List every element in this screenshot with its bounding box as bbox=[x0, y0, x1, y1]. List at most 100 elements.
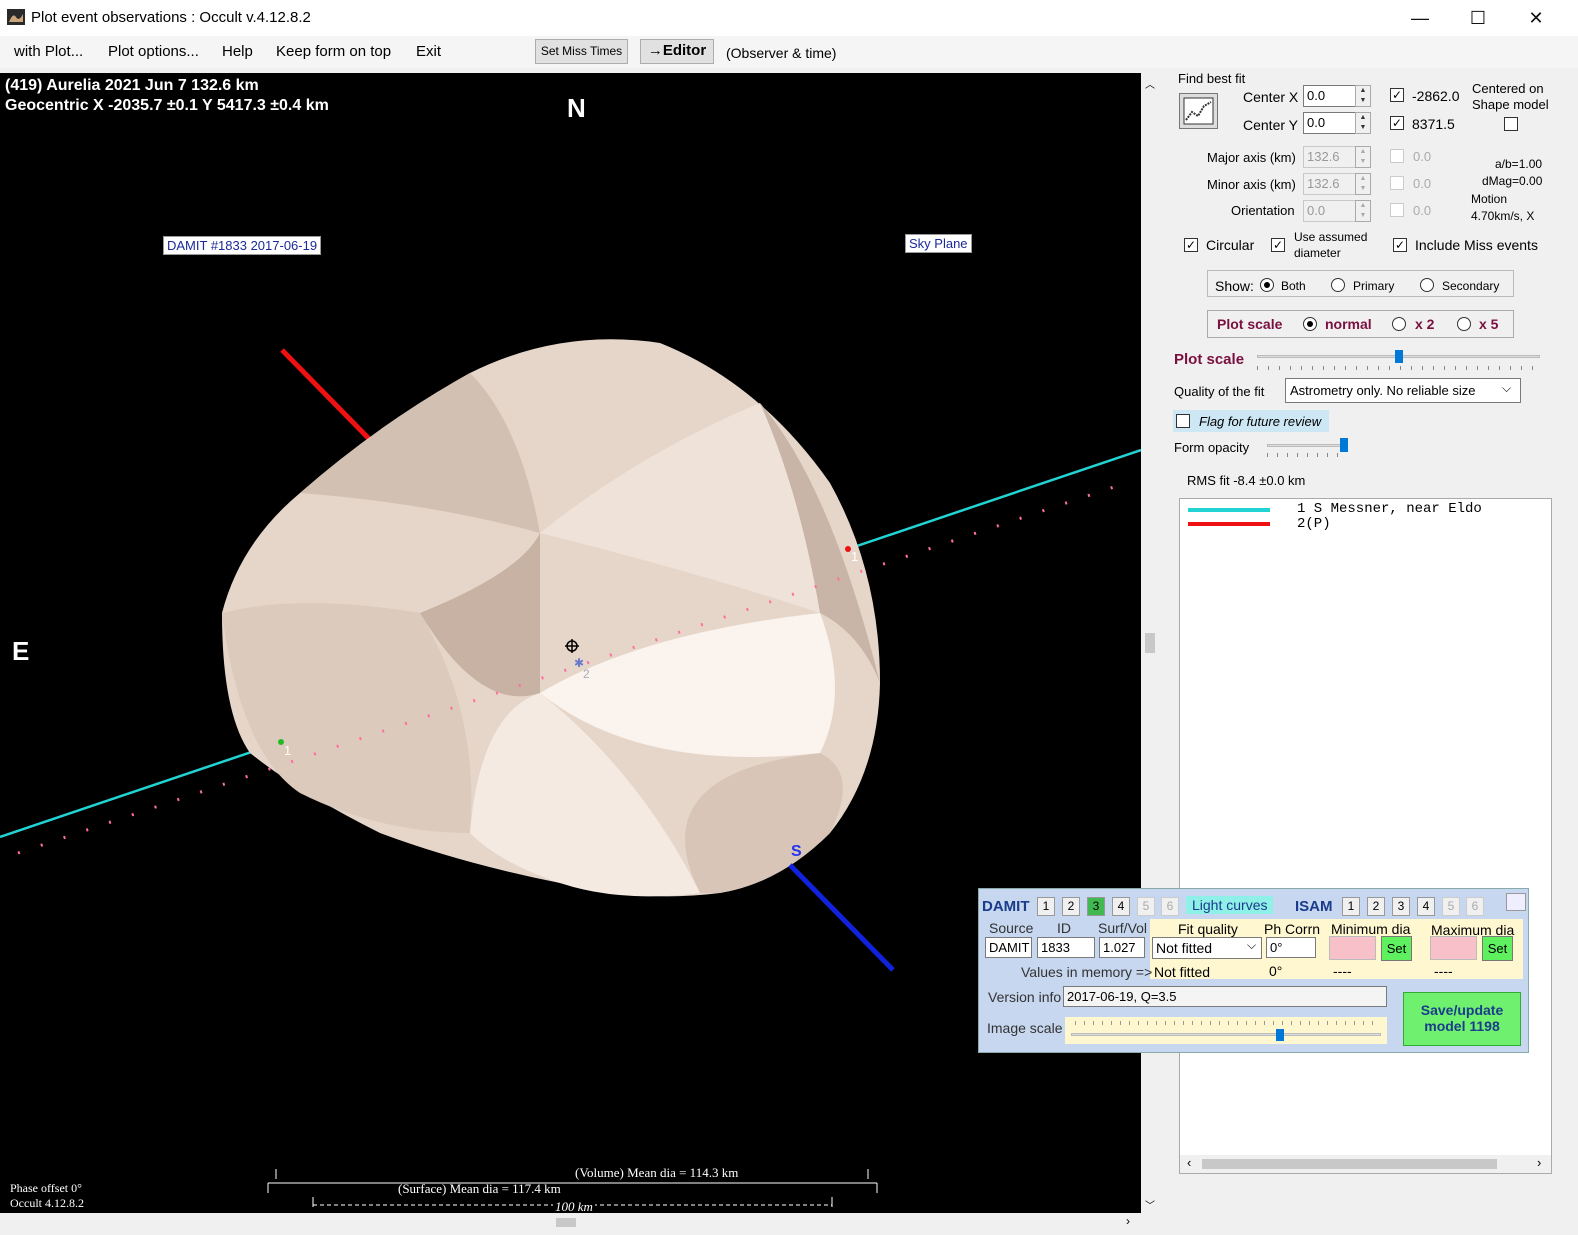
set-max-dia-button[interactable]: Set bbox=[1482, 936, 1513, 961]
plot-scale-thumb[interactable] bbox=[1395, 350, 1403, 363]
scale-100km: 100 km bbox=[553, 1199, 595, 1213]
observer-time-button[interactable]: (Observer & time) bbox=[726, 45, 836, 61]
center-x-input[interactable]: 0.0 bbox=[1303, 85, 1356, 107]
damit-tab-5[interactable]: 5 bbox=[1137, 897, 1155, 916]
title-bar: Plot event observations : Occult v.4.12.… bbox=[0, 0, 1578, 36]
flag-review-checkbox[interactable] bbox=[1176, 414, 1190, 428]
hscroll-thumb[interactable] bbox=[556, 1218, 576, 1227]
major-axis-spinner[interactable]: ▲ ▼ bbox=[1355, 146, 1371, 168]
minimize-button[interactable]: — bbox=[1397, 3, 1443, 33]
damit-tab-1[interactable]: 1 bbox=[1037, 897, 1055, 916]
vscroll-thumb[interactable] bbox=[1145, 633, 1155, 653]
plot-canvas[interactable]: ✱ (419) Aurelia 2021 Jun 7 132.6 km Geoc… bbox=[0, 73, 1141, 1213]
close-button[interactable]: ✕ bbox=[1513, 3, 1559, 33]
find-best-fit-label: Find best fit bbox=[1178, 71, 1246, 86]
scroll-up-icon[interactable]: ︿ bbox=[1145, 76, 1155, 91]
set-miss-times-button[interactable]: Set Miss Times bbox=[535, 39, 628, 64]
fit-center-x-checkbox[interactable]: ✓ bbox=[1390, 88, 1404, 102]
isam-tab-3[interactable]: 3 bbox=[1392, 897, 1410, 916]
max-dia-field[interactable] bbox=[1430, 936, 1477, 960]
plot-scale-slider[interactable] bbox=[1257, 350, 1540, 373]
chord-label-center: 2 bbox=[583, 667, 590, 681]
circular-checkbox[interactable]: ✓ bbox=[1184, 238, 1198, 252]
editor-button[interactable]: →Editor bbox=[640, 39, 714, 64]
chevron-down-icon: ⌵ bbox=[1502, 381, 1512, 395]
find-best-fit-button[interactable] bbox=[1179, 93, 1218, 129]
damit-tab-2[interactable]: 2 bbox=[1062, 897, 1080, 916]
legend-hscroll[interactable]: ‹ › bbox=[1180, 1155, 1551, 1173]
isam-tab-1[interactable]: 1 bbox=[1342, 897, 1360, 916]
center-y-input[interactable]: 0.0 bbox=[1303, 112, 1356, 134]
menu-with-plot[interactable]: with Plot... bbox=[14, 43, 83, 60]
menu-help[interactable]: Help bbox=[222, 43, 253, 60]
surfvol-field[interactable]: 1.027 bbox=[1099, 937, 1145, 958]
fit-quality-select[interactable]: Not fitted ⌵ bbox=[1152, 937, 1262, 959]
fit-major-checkbox[interactable] bbox=[1390, 149, 1404, 163]
source-field[interactable]: DAMIT bbox=[985, 937, 1032, 958]
isam-tab-2[interactable]: 2 bbox=[1367, 897, 1385, 916]
fit-minor-checkbox[interactable] bbox=[1390, 176, 1404, 190]
observer-legend[interactable]: 1 S Messner, near Eldo 2(P) ‹ › bbox=[1179, 498, 1552, 1174]
scale-x5-radio[interactable] bbox=[1457, 317, 1471, 331]
minor-axis-input[interactable]: 132.6 bbox=[1303, 173, 1356, 195]
orientation-spinner[interactable]: ▲ ▼ bbox=[1355, 200, 1371, 222]
min-dia-field[interactable] bbox=[1329, 936, 1376, 960]
min-dia-label: Minimum dia bbox=[1331, 921, 1411, 937]
center-x-fit-value: -2862.0 bbox=[1412, 88, 1460, 104]
legend-scroll-right-icon[interactable]: › bbox=[1537, 1155, 1541, 1170]
include-miss-checkbox[interactable]: ✓ bbox=[1393, 238, 1407, 252]
show-primary-radio[interactable] bbox=[1331, 278, 1345, 292]
orientation-input[interactable]: 0.0 bbox=[1303, 200, 1356, 222]
plot-horizontal-scrollbar[interactable]: › bbox=[0, 1213, 1141, 1231]
damit-close-box[interactable] bbox=[1506, 893, 1526, 911]
major-axis-label: Major axis (km) bbox=[1207, 150, 1296, 165]
isam-tab-5[interactable]: 5 bbox=[1442, 897, 1460, 916]
ph-corr-field[interactable]: 0° bbox=[1266, 937, 1316, 958]
light-curves-button[interactable]: Light curves bbox=[1186, 896, 1274, 914]
menu-keep-on-top[interactable]: Keep form on top bbox=[276, 43, 391, 60]
center-x-spinner[interactable]: ▲ ▼ bbox=[1355, 85, 1371, 107]
save-update-label: Save/update bbox=[1420, 1002, 1504, 1018]
use-assumed-checkbox[interactable]: ✓ bbox=[1271, 238, 1285, 252]
scroll-right-icon[interactable]: › bbox=[1126, 1214, 1130, 1228]
image-scale-thumb[interactable] bbox=[1276, 1029, 1284, 1041]
damit-tab-4[interactable]: 4 bbox=[1112, 897, 1130, 916]
menu-plot-options[interactable]: Plot options... bbox=[108, 43, 199, 60]
legend-line-cyan bbox=[1188, 508, 1270, 512]
menu-exit[interactable]: Exit bbox=[416, 43, 441, 60]
scale-normal-radio[interactable] bbox=[1303, 317, 1317, 331]
version-info-field[interactable]: 2017-06-19, Q=3.5 bbox=[1063, 986, 1387, 1007]
orientation-label: Orientation bbox=[1231, 203, 1295, 218]
form-opacity-slider[interactable] bbox=[1267, 438, 1348, 458]
fit-orientation-checkbox[interactable] bbox=[1390, 203, 1404, 217]
id-field[interactable]: 1833 bbox=[1037, 937, 1095, 958]
fit-graph-icon bbox=[1183, 97, 1214, 125]
fit-center-y-checkbox[interactable]: ✓ bbox=[1390, 116, 1404, 130]
isam-tab-4[interactable]: 4 bbox=[1417, 897, 1435, 916]
quality-select[interactable]: Astrometry only. No reliable size ⌵ bbox=[1285, 378, 1521, 403]
legend-scroll-left-icon[interactable]: ‹ bbox=[1187, 1155, 1191, 1170]
damit-tab-3[interactable]: 3 bbox=[1087, 897, 1105, 916]
maximize-button[interactable]: ☐ bbox=[1455, 3, 1501, 33]
legend-hscroll-thumb[interactable] bbox=[1202, 1159, 1497, 1169]
scale-x2-radio[interactable] bbox=[1392, 317, 1406, 331]
save-update-model-button[interactable]: Save/update model 1198 bbox=[1403, 992, 1521, 1046]
chord-label-left: 1 bbox=[284, 743, 292, 758]
form-opacity-label: Form opacity bbox=[1174, 440, 1250, 455]
centered-on-shape-checkbox[interactable] bbox=[1504, 117, 1518, 131]
center-y-spinner[interactable]: ▲ ▼ bbox=[1355, 112, 1371, 134]
center-y-label: Center Y bbox=[1243, 117, 1298, 133]
isam-tab-6[interactable]: 6 bbox=[1466, 897, 1484, 916]
major-axis-input[interactable]: 132.6 bbox=[1303, 146, 1356, 168]
image-scale-slider[interactable] bbox=[1065, 1017, 1387, 1044]
model-number-label: model 1198 bbox=[1424, 1018, 1500, 1034]
minor-axis-spinner[interactable]: ▲ ▼ bbox=[1355, 173, 1371, 195]
set-min-dia-button[interactable]: Set bbox=[1381, 936, 1412, 961]
damit-tab-6[interactable]: 6 bbox=[1161, 897, 1179, 916]
center-y-fit-value: 8371.5 bbox=[1412, 116, 1455, 132]
show-label: Show: bbox=[1215, 278, 1254, 294]
form-opacity-thumb[interactable] bbox=[1340, 438, 1348, 452]
show-both-radio[interactable] bbox=[1260, 278, 1274, 292]
scroll-down-icon[interactable]: ﹀ bbox=[1145, 1197, 1155, 1212]
show-secondary-radio[interactable] bbox=[1420, 278, 1434, 292]
